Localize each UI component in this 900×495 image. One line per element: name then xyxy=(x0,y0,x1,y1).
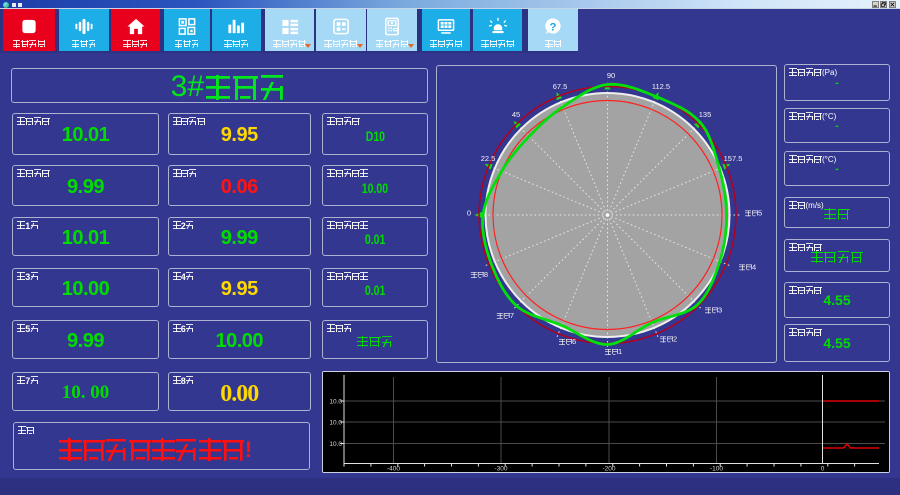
svg-text:-100: -100 xyxy=(710,466,723,473)
svg-text:-300: -300 xyxy=(494,466,507,473)
svg-text:10.0: 10.0 xyxy=(329,399,342,406)
svg-text:-400: -400 xyxy=(387,466,400,473)
svg-text:0: 0 xyxy=(821,466,825,473)
svg-text:10.0: 10.0 xyxy=(329,420,342,427)
svg-text:?: ? xyxy=(550,21,557,33)
svg-text:10.0: 10.0 xyxy=(329,441,342,448)
svg-text:-200: -200 xyxy=(602,466,615,473)
